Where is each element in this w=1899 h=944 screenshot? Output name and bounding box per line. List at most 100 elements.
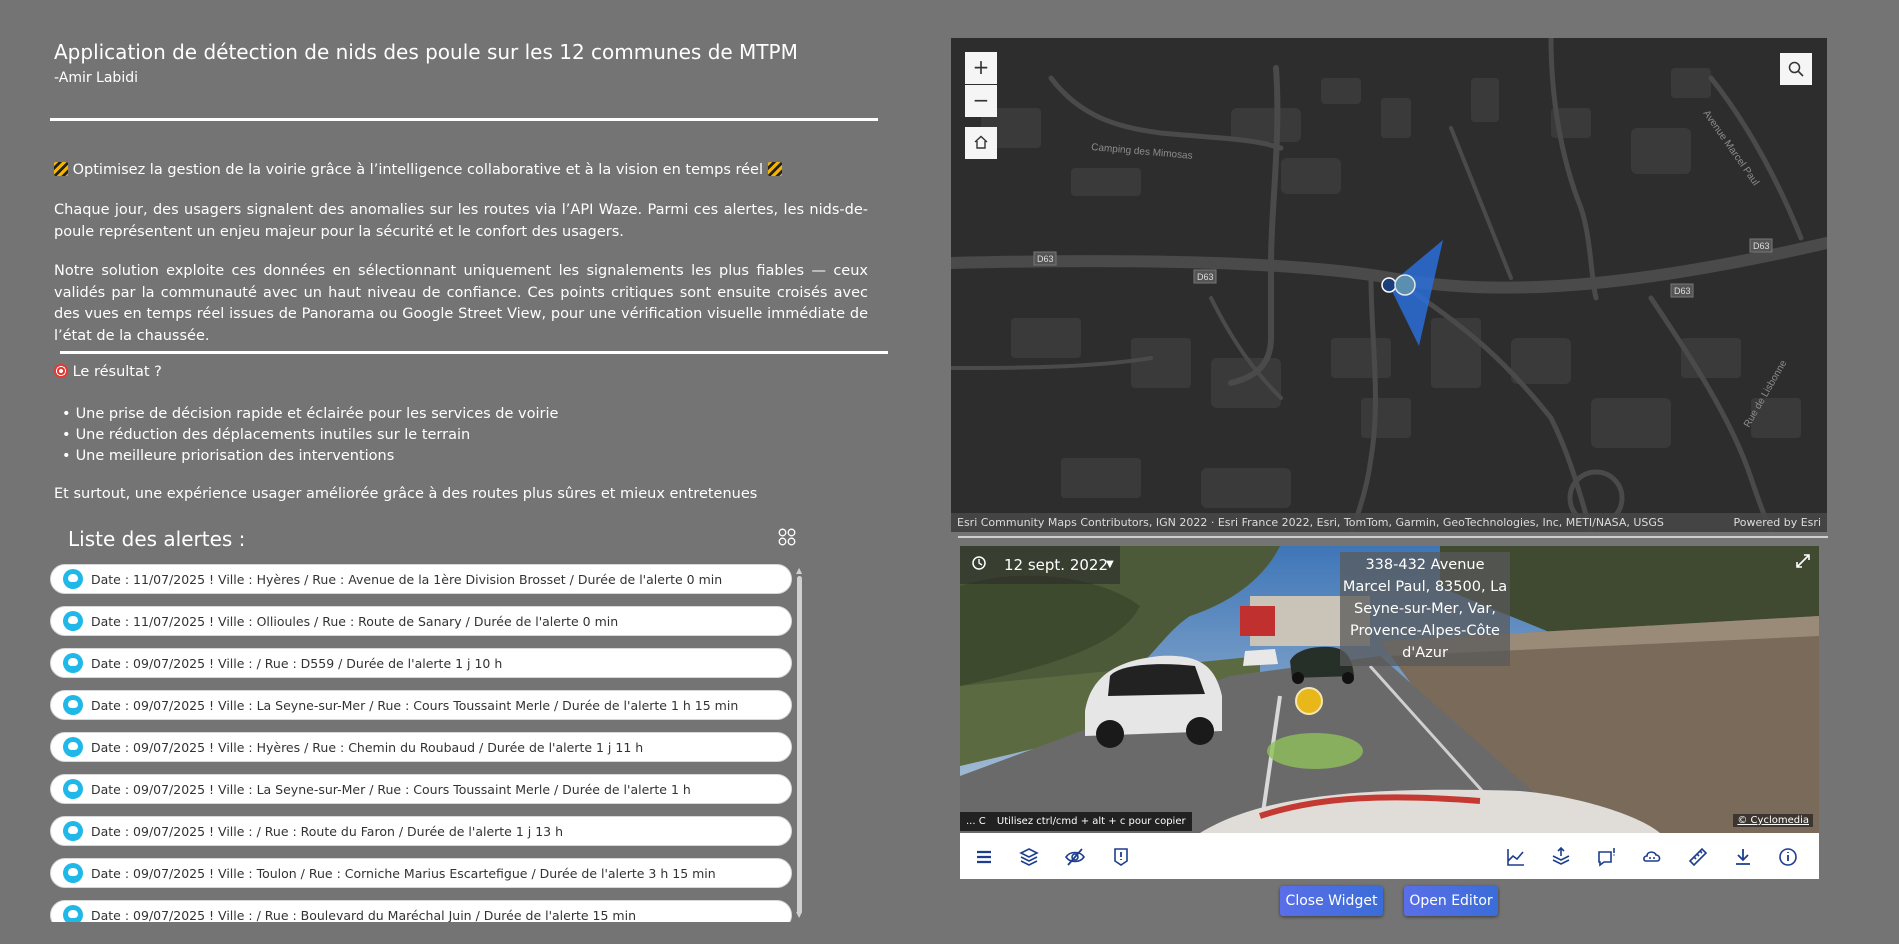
download-icon[interactable]	[1732, 846, 1754, 868]
comment-icon[interactable]	[1596, 846, 1618, 868]
result-item: Une réduction des déplacements inutiles …	[62, 425, 558, 446]
alert-text: Date : 09/07/2025 ! Ville : Toulon / Rue…	[91, 865, 716, 881]
tagline-text: Optimisez la gestion de la voirie grâce …	[72, 162, 764, 178]
waze-icon	[63, 653, 83, 673]
cyclomedia-copyright[interactable]: © Cyclomedia	[1733, 814, 1813, 827]
waze-icon	[63, 611, 83, 631]
road-shield-d63: D63	[1193, 269, 1217, 284]
alert-item[interactable]: Date : 09/07/2025 ! Ville : La Seyne-sur…	[50, 774, 792, 804]
home-icon	[974, 135, 988, 149]
alert-text: Date : 09/07/2025 ! Ville : La Seyne-sur…	[91, 697, 739, 713]
alert-item[interactable]: Date : 09/07/2025 ! Ville : La Seyne-sur…	[50, 690, 792, 720]
zoom-in-button[interactable]: +	[965, 52, 997, 84]
result-item: Une prise de décision rapide et éclairée…	[62, 404, 559, 425]
car-alert-icon[interactable]	[1295, 687, 1323, 715]
alert-item[interactable]: Date : 09/07/2025 ! Ville : / Rue : Boul…	[50, 900, 792, 922]
expand-icon	[1796, 554, 1810, 568]
alert-item[interactable]: Date : 11/07/2025 ! Ville : Ollioules / …	[50, 606, 792, 636]
result-list: Une prise de décision rapide et éclairée…	[62, 404, 559, 467]
solution-paragraph: Notre solution exploite ces données en s…	[54, 263, 868, 344]
open-editor-button[interactable]: Open Editor	[1404, 886, 1498, 916]
tagline: Optimisez la gestion de la voirie grâce …	[54, 160, 868, 182]
powered-by-esri[interactable]: Powered by Esri	[1733, 513, 1821, 532]
panorama-toolbar	[960, 833, 1819, 879]
alert-item[interactable]: Date : 11/07/2025 ! Ville : Hyères / Rue…	[50, 564, 792, 594]
alert-item[interactable]: Date : 09/07/2025 ! Ville : / Rue : Rout…	[50, 816, 792, 846]
road-shield-label: D63	[1037, 254, 1054, 264]
ground-marker[interactable]	[1267, 733, 1363, 769]
road-shield-d63: D63	[1033, 251, 1057, 266]
result-item: Une meilleure priorisation des intervent…	[62, 446, 558, 467]
waze-icon	[63, 695, 83, 715]
location-marker[interactable]	[1381, 277, 1397, 293]
road-shield-label: D63	[1197, 272, 1214, 282]
waze-icon	[63, 779, 83, 799]
closing-text: Et surtout, une expérience usager amélio…	[54, 486, 758, 502]
waze-icon	[63, 905, 83, 922]
divider	[50, 118, 878, 121]
report-icon[interactable]	[1110, 846, 1132, 868]
divider	[958, 536, 1828, 538]
home-button[interactable]	[965, 127, 997, 159]
grid-view-icon[interactable]	[778, 528, 796, 546]
author-name: -Amir Labidi	[54, 70, 138, 86]
fullscreen-button[interactable]	[1794, 552, 1814, 572]
alerts-scrollbar[interactable]	[797, 576, 802, 914]
alert-item[interactable]: Date : 09/07/2025 ! Ville : / Rue : D559…	[50, 648, 792, 678]
road-shield-label: D63	[1753, 241, 1770, 251]
street-view-panorama[interactable]: 12 sept. 2022 ▼ 338-432 Avenue Marcel Pa…	[960, 546, 1819, 833]
copy-hint: ... C Utilisez ctrl/cmd + alt + c pour c…	[960, 812, 1192, 831]
alert-item[interactable]: Date : 09/07/2025 ! Ville : Toulon / Rue…	[50, 858, 792, 888]
road-shield-d63: D63	[1749, 238, 1773, 253]
copy-hint-text: Utilisez ctrl/cmd + alt + c pour copier	[996, 816, 1186, 827]
construction-icon	[767, 162, 782, 176]
menu-icon[interactable]	[973, 846, 995, 868]
map-canvas[interactable]: Camping des Mimosas Avenue Marcel Paul R…	[951, 38, 1827, 532]
scroll-up-arrow[interactable]: ▲	[796, 566, 802, 575]
alert-item[interactable]: Date : 09/07/2025 ! Ville : Hyères / Rue…	[50, 732, 792, 762]
point-cloud-icon[interactable]	[1641, 846, 1663, 868]
chevron-down-icon: ▼	[1106, 559, 1114, 570]
waze-icon	[63, 569, 83, 589]
car-distant	[1243, 649, 1278, 666]
result-heading: Le résultat ?	[54, 362, 868, 384]
hide-icon[interactable]	[1064, 846, 1086, 868]
scroll-down-arrow[interactable]: ▼	[796, 910, 802, 919]
history-icon	[972, 556, 986, 570]
alert-text: Date : 11/07/2025 ! Ville : Ollioules / …	[91, 613, 619, 629]
zoom-out-button[interactable]: −	[965, 85, 997, 117]
close-widget-button[interactable]: Close Widget	[1280, 886, 1383, 916]
alert-text: Date : 09/07/2025 ! Ville : Hyères / Rue…	[91, 739, 644, 755]
waze-icon	[63, 821, 83, 841]
alert-text: Date : 09/07/2025 ! Ville : La Seyne-sur…	[91, 781, 691, 797]
measure-icon[interactable]	[1687, 846, 1709, 868]
target-icon	[54, 364, 68, 378]
date-selector[interactable]: 12 sept. 2022 ▼	[960, 546, 1120, 584]
alert-text: Date : 09/07/2025 ! Ville : / Rue : Rout…	[91, 823, 564, 839]
layers-icon[interactable]	[1018, 846, 1040, 868]
capture-date: 12 sept. 2022	[1004, 556, 1109, 574]
waze-icon	[63, 863, 83, 883]
info-icon[interactable]	[1777, 846, 1799, 868]
alerts-list[interactable]: Date : 11/07/2025 ! Ville : Hyères / Rue…	[50, 564, 794, 922]
attribution-text: Esri Community Maps Contributors, IGN 20…	[957, 516, 1664, 529]
divider	[60, 351, 888, 354]
address-label: 338-432 Avenue Marcel Paul, 83500, La Se…	[1340, 552, 1510, 666]
alert-text: Date : 11/07/2025 ! Ville : Hyères / Rue…	[91, 571, 723, 587]
road-shield-label: D63	[1674, 286, 1691, 296]
logo-stub: ... C	[966, 816, 986, 827]
map-search-button[interactable]	[1780, 53, 1812, 85]
construction-icon	[54, 162, 68, 176]
map-view[interactable]: Camping des Mimosas Avenue Marcel Paul R…	[951, 38, 1827, 532]
road-shield-d63: D63	[1670, 283, 1694, 298]
search-icon	[1788, 61, 1804, 77]
app-title: Application de détection de nids des pou…	[54, 40, 798, 64]
waze-icon	[63, 737, 83, 757]
intro-paragraph: Chaque jour, des usagers signalent des a…	[54, 202, 868, 240]
upload-layer-icon[interactable]	[1550, 846, 1572, 868]
alerts-title: Liste des alertes :	[68, 527, 246, 551]
elevation-icon[interactable]	[1505, 846, 1527, 868]
alert-text: Date : 09/07/2025 ! Ville : / Rue : Boul…	[91, 907, 637, 923]
car-alert-icon[interactable]	[1394, 274, 1416, 296]
map-attribution: Esri Community Maps Contributors, IGN 20…	[951, 513, 1827, 532]
